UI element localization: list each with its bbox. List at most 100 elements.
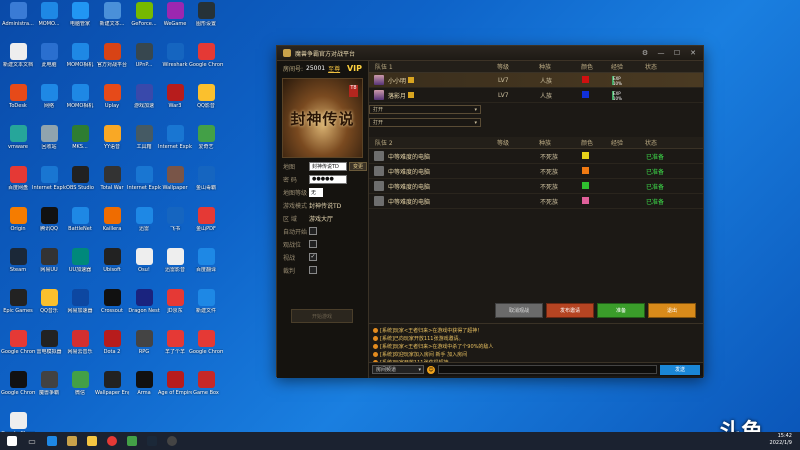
send-button[interactable]: 发送	[660, 364, 700, 375]
player-slot[interactable]: 小小明 LV7 人族 EXP 10%	[369, 73, 703, 88]
desktop-icon[interactable]: Arma	[129, 371, 159, 409]
start-game-button[interactable]: 开始游戏	[291, 309, 353, 323]
desktop-icon[interactable]: GeForce...	[129, 2, 159, 40]
desktop-icon[interactable]: Internet Explorer	[127, 166, 161, 204]
desktop-icon[interactable]: OBS Studio	[65, 166, 95, 204]
obs-icon[interactable]	[164, 433, 180, 449]
desktop-icon[interactable]: 网易云音乐	[65, 330, 95, 368]
desktop-icon[interactable]: Administra...	[2, 2, 34, 40]
ready-button[interactable]: 准备	[597, 303, 645, 318]
desktop-icon[interactable]: ToDesk	[3, 84, 33, 122]
window-titlebar[interactable]: 魔兽争霸官方对战平台 ⚙ — ☐ ✕	[277, 46, 703, 61]
change-map-button[interactable]: 变更	[349, 161, 368, 171]
observer-checkbox[interactable]	[309, 240, 317, 248]
player-slot[interactable]: 中等难度的电脑 不死族 已准备	[369, 179, 703, 194]
desktop-icon[interactable]: 羊了个羊	[160, 330, 190, 368]
desktop-icon[interactable]: BattleNet	[65, 207, 95, 245]
desktop-icon[interactable]: War3	[160, 84, 190, 122]
settings-icon[interactable]: ⚙	[641, 49, 649, 57]
desktop-icon[interactable]: WeGame	[160, 2, 190, 40]
desktop-icon[interactable]: 百度翻译	[191, 248, 221, 286]
desktop-icon[interactable]: Age of Empires	[158, 371, 192, 409]
desktop-icon[interactable]: 雷电模拟器	[34, 330, 64, 368]
desktop-icon[interactable]: MOMO相机	[65, 84, 95, 122]
desktop-icon[interactable]: 网络	[34, 84, 64, 122]
desktop-icon[interactable]: 飞书	[160, 207, 190, 245]
desktop-icon[interactable]: 腾讯QQ	[34, 207, 64, 245]
desktop-icon[interactable]: 网易UU	[34, 248, 64, 286]
desktop-icon[interactable]: Kaillera	[97, 207, 127, 245]
desktop-icon[interactable]: Uplay	[97, 84, 127, 122]
desktop-icon[interactable]: Osu!	[129, 248, 159, 286]
folder-icon[interactable]	[84, 433, 100, 449]
desktop-icon[interactable]: UPnP...	[129, 43, 159, 81]
desktop-icon[interactable]: Total War	[97, 166, 127, 204]
desktop-icon[interactable]: 微信	[65, 371, 95, 409]
steam-icon[interactable]	[144, 433, 160, 449]
desktop-icon[interactable]: Wallpaper	[160, 166, 190, 204]
cancel-spectate-button[interactable]: 取消观战	[495, 303, 543, 318]
desktop-icon[interactable]: 金山毒霸	[191, 166, 221, 204]
desktop-icon[interactable]: 新建文本...	[97, 2, 127, 40]
desktop-icon[interactable]: Internet Explorer	[32, 166, 66, 204]
slot-select[interactable]: 打开 ▾	[369, 105, 481, 114]
player-slot[interactable]: 中等难度的电脑 不死族 已准备	[369, 149, 703, 164]
emoji-icon[interactable]: ☺	[427, 365, 435, 374]
desktop-icon[interactable]: QQ音乐	[34, 289, 64, 327]
desktop-icon[interactable]: Crossout	[97, 289, 127, 327]
desktop-icon[interactable]: vmware	[3, 125, 33, 163]
desktop-icon[interactable]: 迅雷	[129, 207, 159, 245]
desktop-icon[interactable]: Dota 2	[97, 330, 127, 368]
desktop-icon[interactable]: Origin	[3, 207, 33, 245]
spectate-checkbox[interactable]: ✓	[309, 253, 317, 261]
game-platform-icon[interactable]	[64, 433, 80, 449]
close-icon[interactable]: ✕	[689, 49, 697, 57]
desktop-icon[interactable]: Wireshark	[160, 43, 190, 81]
desktop-icon[interactable]: 图形设置	[191, 2, 221, 40]
chat-input[interactable]	[438, 365, 657, 374]
desktop-icon[interactable]: 迅雷影音	[160, 248, 190, 286]
system-clock[interactable]: 15:42 2022/1/9	[770, 433, 792, 447]
wechat-icon[interactable]	[124, 433, 140, 449]
desktop-icon[interactable]: Ubisoft	[97, 248, 127, 286]
desktop-icon[interactable]: 游戏加速	[129, 84, 159, 122]
start-icon[interactable]	[4, 433, 20, 449]
player-slot[interactable]: 中等难度的电脑 不死族 已准备	[369, 164, 703, 179]
desktop-icon[interactable]: 新建文本文档	[3, 43, 33, 81]
desktop-icon[interactable]: 网易加速器	[65, 289, 95, 327]
desktop-icon[interactable]: MOMO...	[34, 2, 64, 40]
player-slot[interactable]: 落影月 LV7 人族 EXP 10%	[369, 88, 703, 103]
desktop-icon[interactable]: Game Box	[191, 371, 221, 409]
desktop-icon[interactable]: Google Chrome	[189, 43, 223, 81]
desktop-icon[interactable]: Wallpaper Engine	[95, 371, 129, 409]
minimize-icon[interactable]: —	[657, 49, 665, 57]
desktop-icon[interactable]: 工具箱	[129, 125, 159, 163]
desktop-icon[interactable]: RPG	[129, 330, 159, 368]
desktop-icon[interactable]: Internet Explorer	[158, 125, 192, 163]
desktop-icon[interactable]: Dragon Nest	[128, 289, 160, 327]
desktop-icon[interactable]: YY语音	[97, 125, 127, 163]
desktop-icon[interactable]: 官方对战平台	[97, 43, 127, 81]
desktop-icon[interactable]: Google Chrome	[1, 371, 35, 409]
exit-button[interactable]: 退出	[648, 303, 696, 318]
desktop-icon[interactable]: JD京东	[160, 289, 190, 327]
desktop-icon[interactable]: 新建文件	[191, 289, 221, 327]
desktop-icon[interactable]: 金山PDF	[191, 207, 221, 245]
desktop-icon[interactable]: 电脑管家	[65, 2, 95, 40]
player-slot[interactable]: 中等难度的电脑 不死族 已准备	[369, 194, 703, 209]
desktop-icon[interactable]: Google Chrome	[189, 330, 223, 368]
slot-select[interactable]: 打开 ▾	[369, 118, 481, 127]
maximize-icon[interactable]: ☐	[673, 49, 681, 57]
task-view-icon[interactable]: ▭	[24, 433, 40, 449]
desktop-icon[interactable]: MKS...	[65, 125, 95, 163]
map-level-select[interactable]: 无	[309, 187, 323, 197]
desktop-icon[interactable]: 爱奇艺	[191, 125, 221, 163]
password-field[interactable]: ●●●●●	[309, 174, 347, 184]
map-field[interactable]: 封神传说TD	[309, 161, 347, 171]
chrome-icon[interactable]	[104, 433, 120, 449]
auto-start-checkbox[interactable]	[309, 227, 317, 235]
desktop-icon[interactable]: 百度网盘	[3, 166, 33, 204]
desktop-icon[interactable]: UU加速器	[65, 248, 95, 286]
post-invite-button[interactable]: 发布邀请	[546, 303, 594, 318]
desktop-icon[interactable]: Epic Games	[3, 289, 33, 327]
